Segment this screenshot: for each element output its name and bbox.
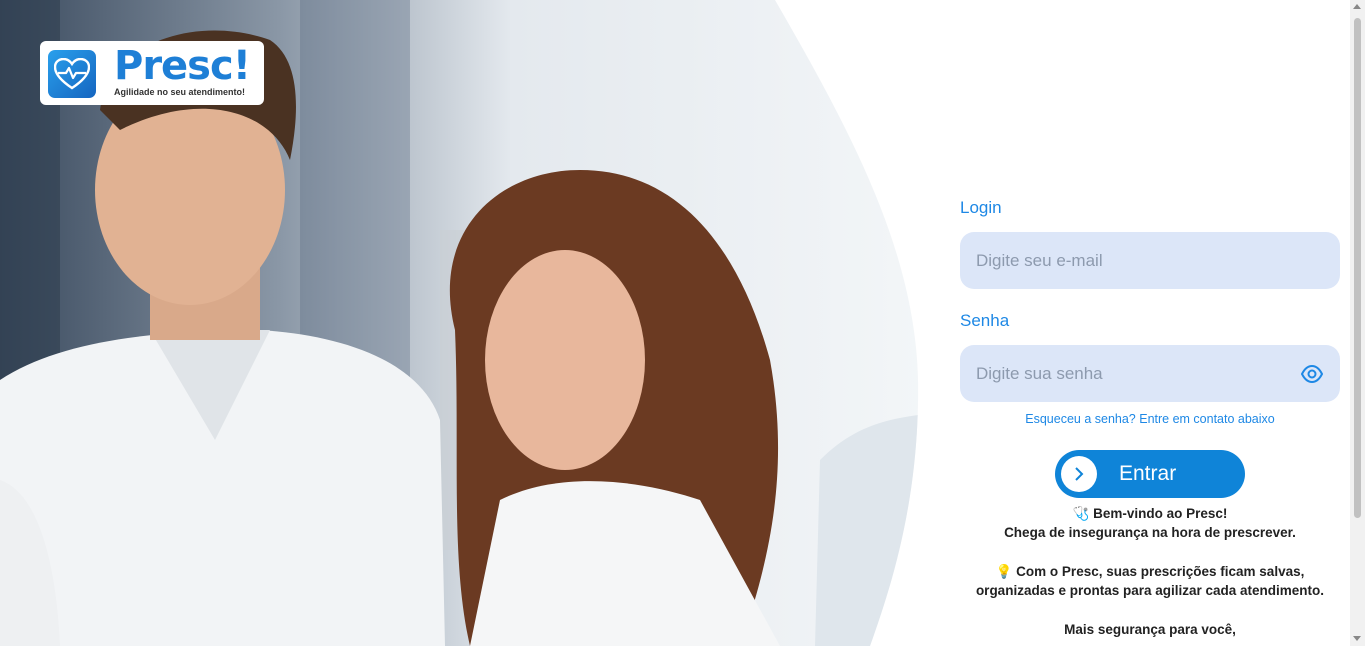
welcome-text-line3: Mais segurança para você, [1064,622,1236,637]
brand-tagline: Agilidade no seu atendimento! [114,87,246,97]
brand-name: Presc! [114,43,251,89]
password-label: Senha [960,311,1010,330]
welcome-text-line1: 💡 Com o Presc, suas prescrições ficam sa… [995,564,1305,579]
welcome-title: 🩺 Bem-vindo ao Presc! [1072,506,1228,521]
scroll-up-icon[interactable] [1353,4,1361,9]
scroll-thumb[interactable] [1354,18,1361,518]
submit-button[interactable]: Entrar [1055,450,1245,498]
forgot-password-link[interactable]: Esqueceu a senha? Entre em contato abaix… [960,412,1340,426]
submit-label: Entrar [1119,462,1177,485]
welcome-text-line2: organizadas e prontas para agilizar cada… [975,583,1325,598]
eye-icon[interactable] [1300,364,1324,384]
brand-logo[interactable]: Presc! Agilidade no seu atendimento! [40,41,264,105]
page-scrollbar[interactable] [1350,0,1365,646]
welcome-subtitle: Chega de insegurança na hora de prescrev… [1004,525,1296,540]
chevron-right-icon [1061,456,1097,492]
heart-pulse-icon [48,50,96,98]
login-form: Login Senha Esqueceu a senha? Entre em c… [960,0,1340,646]
email-field[interactable] [960,232,1340,289]
password-field[interactable] [960,345,1340,402]
scroll-down-icon[interactable] [1353,636,1361,641]
login-label: Login [960,198,1002,217]
